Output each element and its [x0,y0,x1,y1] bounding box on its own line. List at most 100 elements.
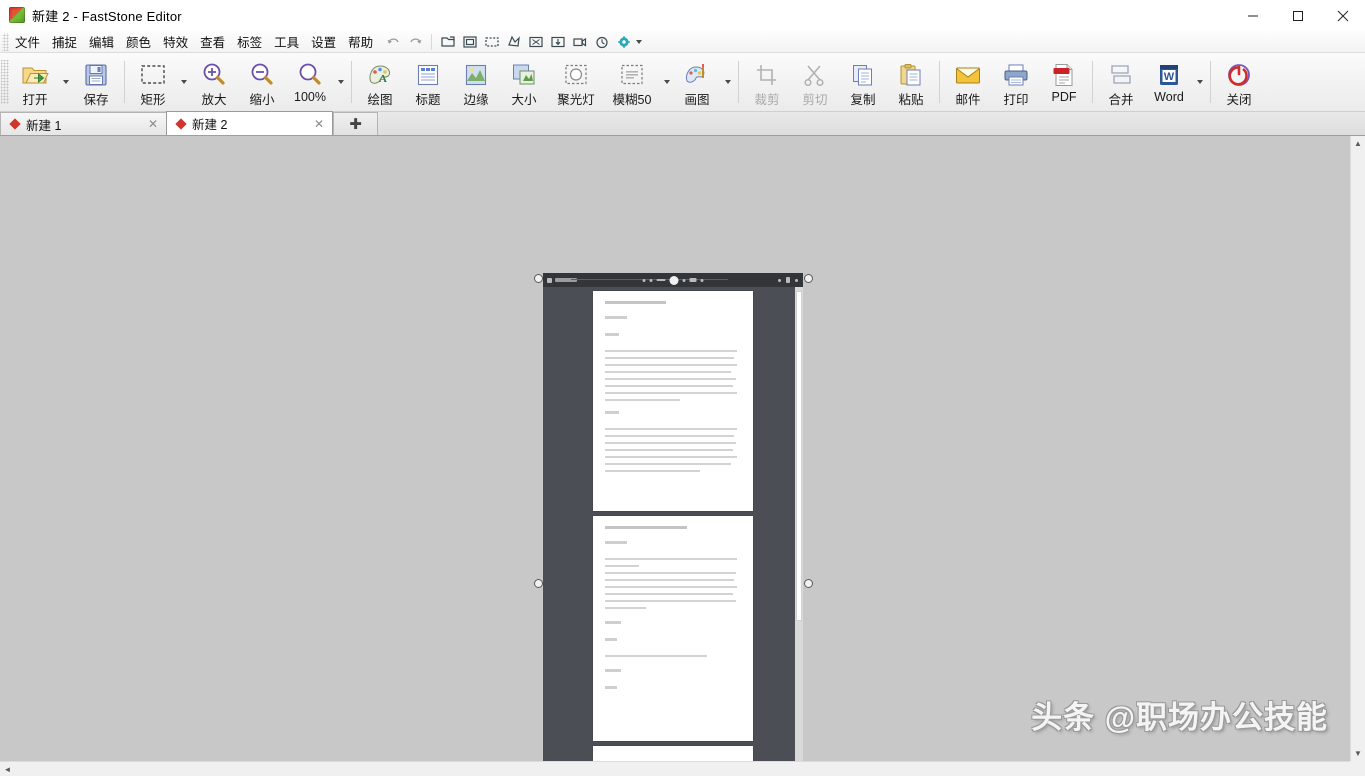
capture-rectangle-icon[interactable] [481,33,502,51]
zoom-in-button[interactable]: 放大 [190,55,238,109]
blur-button[interactable]: 模糊50 [604,55,660,109]
pdf-viewer-scrollbar[interactable] [795,287,803,761]
merge-button[interactable]: 合并 [1097,55,1145,109]
menu-grip-handle[interactable] [2,33,9,51]
print-button[interactable]: 打印 [992,55,1040,109]
selection-handle-top-left[interactable] [534,274,543,283]
redo-icon[interactable] [405,33,426,51]
menu-effects[interactable]: 特效 [157,30,194,54]
draw-button[interactable]: A 绘图 [356,55,404,109]
tab-new-2[interactable]: 新建 2 ✕ [166,111,333,135]
editor-canvas[interactable]: 头条 @职场办公技能 ▲ ▼ ◄ [0,136,1365,776]
close-doc-button[interactable]: 关闭 [1215,55,1263,109]
capture-active-window-icon[interactable] [437,33,458,51]
capture-settings-dropdown-icon[interactable] [636,40,642,44]
scissors-icon [802,60,828,89]
zoom-out-button[interactable]: 缩小 [238,55,286,109]
capture-window-object-icon[interactable] [459,33,480,51]
tab-new-2-close-icon[interactable]: ✕ [314,118,324,130]
maximize-button[interactable] [1275,0,1320,31]
zoom-in-icon [201,60,227,89]
spotlight-button[interactable]: 聚光灯 [548,55,604,109]
email-button[interactable]: 邮件 [944,55,992,109]
toolbar-divider [939,61,940,103]
toolbar-grip-handle[interactable] [1,60,9,104]
paste-button[interactable]: 粘贴 [887,55,935,109]
tab-modified-indicator-icon [175,118,186,129]
menu-tags[interactable]: 标签 [231,30,268,54]
word-button[interactable]: W Word [1145,55,1193,109]
word-button-label: Word [1154,90,1184,104]
capture-freehand-icon[interactable] [503,33,524,51]
page-1-subtitle-placeholder [605,316,627,319]
save-button[interactable]: 保存 [72,55,120,109]
menu-tools[interactable]: 工具 [268,30,305,54]
selection-handle-middle-right[interactable] [804,579,813,588]
menu-file[interactable]: 文件 [9,30,46,54]
paint-dropdown-arrow[interactable] [721,55,734,109]
scroll-down-arrow-icon[interactable]: ▼ [1351,746,1365,761]
open-button[interactable]: 打开 [11,55,59,109]
new-tab-button[interactable]: ✚ [333,112,378,135]
menu-help[interactable]: 帮助 [342,30,379,54]
page-2-paragraph-1 [605,558,741,609]
svg-text:W: W [1164,71,1175,83]
vertical-scrollbar[interactable]: ▲ ▼ [1350,136,1365,761]
blur-dropdown-arrow[interactable] [660,55,673,109]
minimize-button[interactable] [1230,0,1275,31]
chevron-down-icon [181,80,187,84]
crop-button[interactable]: 裁剪 [743,55,791,109]
pdf-button[interactable]: PDF [1040,55,1088,109]
scroll-up-arrow-icon[interactable]: ▲ [1351,136,1365,151]
rectangle-dropdown-arrow[interactable] [177,55,190,109]
menu-color[interactable]: 颜色 [120,30,157,54]
pdf-more-menu-icon [795,279,798,282]
capture-fullscreen-icon[interactable] [525,33,546,51]
edge-button-label: 边缘 [463,89,488,108]
tab-new-1[interactable]: 新建 1 ✕ [0,112,167,135]
title-bar: 新建 2 - FastStone Editor [0,0,1365,31]
pdf-viewer-scrollbar-thumb[interactable] [796,291,802,621]
vertical-scroll-track[interactable] [1351,151,1365,746]
merge-icon [1108,60,1134,89]
menu-edit[interactable]: 编辑 [83,30,120,54]
cut-button-label: 剪切 [802,89,827,108]
page-2-subtitle-placeholder [605,541,627,544]
open-dropdown-arrow[interactable] [59,55,72,109]
captured-screenshot[interactable] [543,273,803,761]
menu-capture[interactable]: 捕捉 [46,30,83,54]
resize-button[interactable]: 大小 [500,55,548,109]
edge-button[interactable]: 边缘 [452,55,500,109]
document-page-2 [593,516,753,741]
paint-button[interactable]: 画图 [673,55,721,109]
scroll-left-arrow-icon[interactable]: ◄ [0,762,15,776]
screen-recorder-icon[interactable] [569,33,590,51]
blur-icon [618,60,646,89]
selection-handle-top-right[interactable] [804,274,813,283]
tab-new-1-close-icon[interactable]: ✕ [148,118,158,130]
selection-handle-middle-left[interactable] [534,579,543,588]
capture-settings-gear-icon[interactable] [613,33,634,51]
printer-icon [1002,60,1030,89]
copy-button[interactable]: 复制 [839,55,887,109]
word-dropdown-arrow[interactable] [1193,55,1206,109]
caption-button[interactable]: 标题 [404,55,452,109]
delay-timer-icon[interactable] [591,33,612,51]
menubar-quick-icons [383,33,642,51]
chevron-down-icon [725,80,731,84]
menu-view[interactable]: 查看 [194,30,231,54]
pdf-viewer-toolbar [543,273,803,287]
zoom-100-button[interactable]: 100% [286,55,334,109]
canvas-viewport[interactable]: 头条 @职场办公技能 [0,136,1350,761]
capture-scrolling-window-icon[interactable] [547,33,568,51]
zoom-dropdown-arrow[interactable] [334,55,347,109]
menu-settings[interactable]: 设置 [305,30,342,54]
close-button[interactable] [1320,0,1365,31]
toolbar-divider [738,61,739,103]
horizontal-scrollbar[interactable]: ◄ [0,761,1350,776]
rectangle-button[interactable]: 矩形 [129,55,177,109]
page-2-label-placeholder [605,638,617,641]
cut-button[interactable]: 剪切 [791,55,839,109]
horizontal-scroll-track[interactable] [15,762,1350,776]
undo-icon[interactable] [383,33,404,51]
